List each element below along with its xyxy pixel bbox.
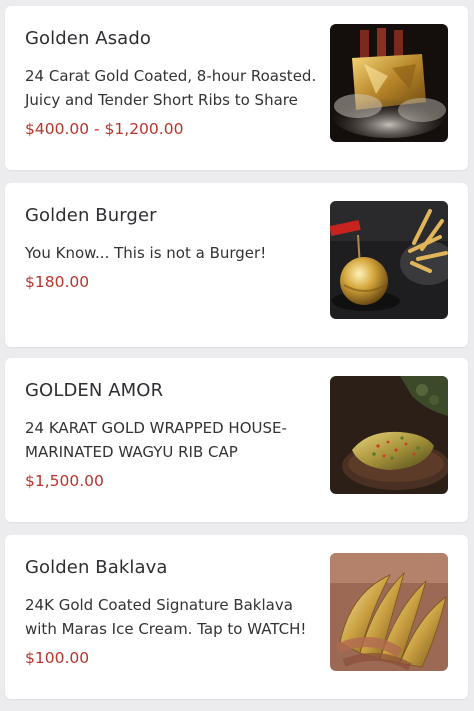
menu-item-card[interactable]: Golden Burger You Know... This is not a … <box>5 183 468 347</box>
menu-item-card[interactable]: Golden Asado 24 Carat Gold Coated, 8-hou… <box>5 6 468 170</box>
gold-burger-photo[interactable] <box>330 201 448 319</box>
menu-item-price: $400.00 - $1,200.00 <box>25 120 184 138</box>
menu-item-name: Golden Asado <box>25 28 151 49</box>
menu-item-price: $180.00 <box>25 273 90 291</box>
menu-item-name: Golden Baklava <box>25 557 168 578</box>
gold-short-ribs-photo[interactable] <box>330 24 448 142</box>
menu-item-description: 24 Carat Gold Coated, 8-hour Roasted. Ju… <box>25 67 317 109</box>
menu-item-card[interactable]: GOLDEN AMOR 24 KARAT GOLD WRAPPED HOUSE-… <box>5 358 468 522</box>
menu-item-price: $100.00 <box>25 649 90 667</box>
menu-item-card[interactable]: Golden Baklava 24K Gold Coated Signature… <box>5 535 468 699</box>
menu-item-price: $1,500.00 <box>25 472 104 490</box>
menu-item-description: You Know... This is not a Burger! <box>25 244 267 262</box>
menu-item-description: 24K Gold Coated Signature Baklava with M… <box>25 596 307 638</box>
menu-item-name: Golden Burger <box>25 205 157 226</box>
gold-baklava-photo[interactable] <box>330 553 448 671</box>
menu-item-name: GOLDEN AMOR <box>25 380 164 401</box>
gold-steak-photo[interactable] <box>330 376 448 494</box>
menu-item-description: 24 KARAT GOLD WRAPPED HOUSE-MARINATED WA… <box>25 419 287 461</box>
